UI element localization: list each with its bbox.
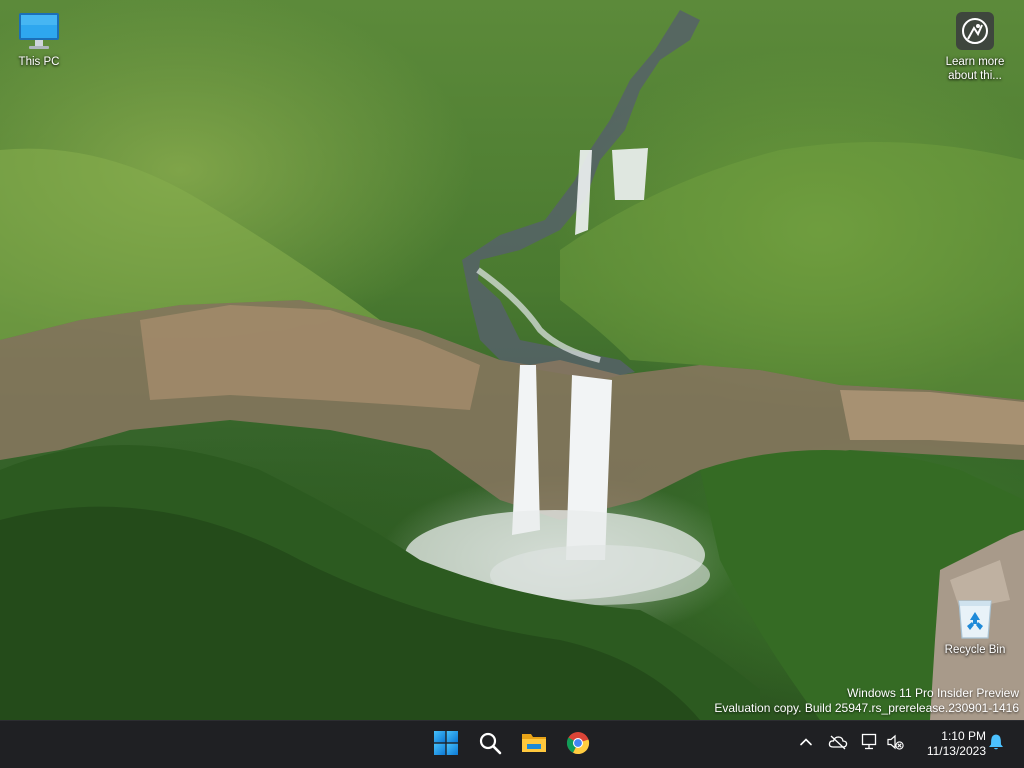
- notification-bell-icon: [988, 733, 1004, 756]
- show-hidden-icons-button[interactable]: [795, 733, 817, 755]
- learn-more-icon: [954, 10, 996, 52]
- search-icon: [478, 731, 502, 760]
- desktop-icon-label: This PC: [18, 56, 60, 68]
- watermark-edition: Windows 11 Pro Insider Preview: [847, 686, 1019, 700]
- clock-button[interactable]: 1:10 PM 11/13/2023: [914, 729, 986, 759]
- desktop-icon-label: Recycle Bin: [944, 644, 1006, 656]
- onedrive-offline-icon: [828, 734, 848, 755]
- network-button[interactable]: [859, 733, 881, 755]
- volume-button[interactable]: [884, 733, 906, 755]
- start-button[interactable]: [426, 725, 466, 765]
- this-pc-icon: [18, 10, 60, 52]
- watermark-build: Evaluation copy. Build 25947.rs_prerelea…: [714, 701, 1019, 715]
- desktop-icon-label-line1: Learn more: [945, 56, 1005, 68]
- notifications-button[interactable]: [985, 733, 1007, 755]
- clock-time: 1:10 PM: [941, 729, 986, 743]
- volume-muted-icon: [886, 733, 904, 756]
- chevron-up-icon: [799, 735, 813, 754]
- recycle-bin-icon: [954, 598, 996, 640]
- desktop-icon-this-pc[interactable]: This PC: [1, 10, 77, 69]
- windows-logo-icon: [434, 730, 458, 760]
- desktop-icon-recycle-bin[interactable]: Recycle Bin: [937, 598, 1013, 657]
- waterfall-landscape-image: [0, 10, 1024, 720]
- clock-date: 11/13/2023: [926, 744, 986, 758]
- desktop-icon-learn-more[interactable]: Learn more about thi...: [937, 10, 1013, 83]
- search-button[interactable]: [470, 725, 510, 765]
- network-icon: [861, 733, 879, 756]
- folder-icon: [521, 731, 547, 760]
- taskbar: 1:10 PM 11/13/2023: [0, 720, 1024, 768]
- desktop-icon-label-line2: about thi...: [948, 70, 1002, 82]
- onedrive-button[interactable]: [827, 733, 849, 755]
- windows-watermark: Windows 11 Pro Insider Preview Evaluatio…: [714, 686, 1019, 716]
- chrome-icon: [566, 731, 590, 760]
- desktop-wallpaper: [0, 0, 1024, 720]
- chrome-button[interactable]: [558, 725, 598, 765]
- file-explorer-button[interactable]: [514, 725, 554, 765]
